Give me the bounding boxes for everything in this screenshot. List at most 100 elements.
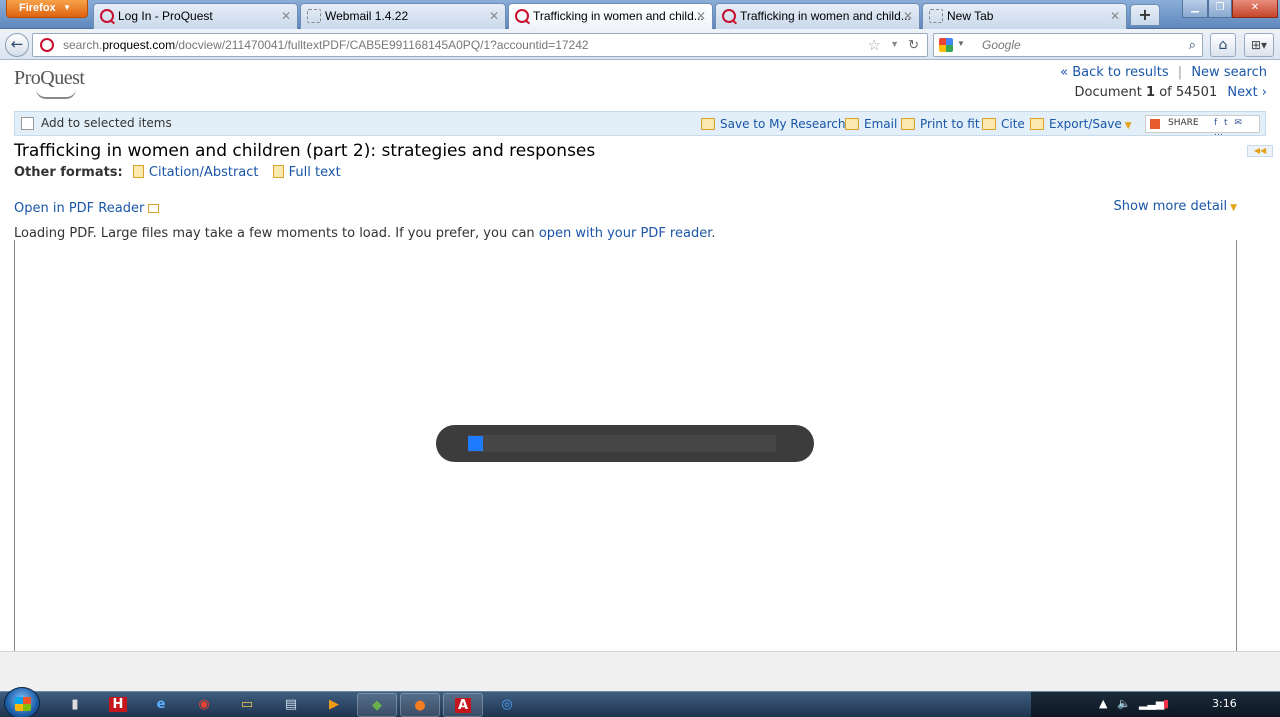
proquest-icon [100, 9, 114, 23]
home-button[interactable]: ⌂ [1210, 33, 1236, 57]
h-app-icon[interactable]: H [98, 693, 138, 717]
chrome-icon[interactable]: ◉ [184, 693, 224, 717]
acrobat-icon[interactable]: A [443, 693, 483, 717]
tab-webmail[interactable]: Webmail 1.4.22 ✕ [300, 3, 506, 29]
minimize-button[interactable]: ▁ [1182, 0, 1208, 18]
document-index: 1 [1146, 85, 1156, 100]
proquest-icon [515, 9, 529, 23]
email-button[interactable]: Email [845, 117, 897, 131]
reload-icon[interactable]: ↻ [908, 37, 919, 53]
chevron-down-icon: ▼ [1124, 121, 1132, 131]
other-formats: Other formats: Citation/Abstract Full te… [14, 165, 341, 180]
results-navigation: « Back to results | New search Document … [1060, 63, 1267, 103]
explorer-icon[interactable]: ▭ [227, 693, 267, 717]
media-player-icon[interactable]: ▶ [314, 693, 354, 717]
blank-page-icon [929, 9, 943, 23]
tab-trafficking-active[interactable]: Trafficking in women and child... ✕ [508, 3, 713, 30]
tray-arrow-icon[interactable]: ▲ [1099, 697, 1107, 710]
back-button[interactable]: ← [5, 33, 29, 57]
addon-bar-button[interactable]: ⊞▾ [1244, 33, 1274, 57]
volume-icon[interactable]: 🔈 [1117, 697, 1131, 710]
next-document-link[interactable]: Next › [1227, 85, 1267, 100]
share-label: SHARE [1168, 118, 1199, 128]
close-tab-icon[interactable]: ✕ [1110, 9, 1120, 23]
blank-page-icon [307, 9, 321, 23]
tab-trafficking[interactable]: Trafficking in women and child... ✕ [715, 3, 920, 29]
new-tab-button[interactable]: + [1130, 4, 1160, 26]
tab-login[interactable]: Log In - ProQuest ✕ [93, 3, 298, 29]
windows-logo-icon [15, 697, 31, 711]
close-tab-icon[interactable]: ✕ [903, 9, 913, 23]
search-placeholder: Google [982, 38, 1021, 52]
tab-title: Webmail 1.4.22 [325, 9, 409, 23]
tab-new-tab[interactable]: New Tab ✕ [922, 3, 1127, 29]
printer-icon [901, 118, 915, 130]
url-bar[interactable]: search.proquest.com/docview/211470041/fu… [32, 33, 928, 57]
search-bar[interactable]: ▼ Google ⌕ [933, 33, 1203, 57]
folder-icon [701, 118, 715, 130]
email-label: Email [864, 117, 898, 131]
print-button[interactable]: Print to fit [901, 117, 980, 131]
network-icon[interactable]: ▂▃▅ [1139, 697, 1164, 710]
page-bottom-area [0, 651, 1280, 691]
document-total: of 54501 [1159, 85, 1218, 100]
save-disk-icon [1030, 118, 1044, 130]
citation-abstract-link[interactable]: Citation/Abstract [149, 165, 259, 180]
close-tab-icon[interactable]: ✕ [489, 9, 499, 23]
restore-button[interactable]: ❐ [1208, 0, 1232, 18]
citation-icon [132, 165, 144, 178]
open-pdf-reader-link[interactable]: Open in PDF Reader [14, 201, 160, 216]
social-icons[interactable]: f t ✉ … [1214, 118, 1259, 138]
notepad-icon[interactable]: ▮ [55, 693, 95, 717]
collapse-panel-icon[interactable]: ◀◀ [1247, 145, 1273, 157]
google-icon[interactable] [939, 38, 953, 52]
loading-progress-fill [468, 436, 484, 451]
firefox-icon[interactable]: ● [400, 693, 440, 717]
chevron-down-icon: ▼ [1230, 203, 1237, 213]
vpn-icon[interactable]: ◆ [357, 693, 397, 717]
envelope-icon [845, 118, 859, 130]
start-button[interactable] [4, 687, 40, 717]
export-save-button[interactable]: Export/Save ▼ [1030, 117, 1132, 131]
tab-title: New Tab [947, 9, 994, 23]
new-search-link[interactable]: New search [1191, 65, 1267, 80]
fulltext-icon [272, 165, 284, 178]
close-tab-icon[interactable]: ✕ [696, 9, 706, 23]
proquest-icon [722, 9, 736, 23]
system-tray: ▲ 🔈 ▂▃▅ ▮ 3:16 [1031, 692, 1280, 717]
share-button[interactable]: SHARE f t ✉ … [1145, 115, 1260, 138]
ie-icon[interactable]: e [141, 693, 181, 717]
add-to-selected-checkbox[interactable] [21, 117, 34, 130]
firefox-menu-button[interactable]: Firefox ▼ [6, 0, 88, 18]
loading-message: Loading PDF. Large files may take a few … [14, 226, 716, 241]
export-label: Export/Save [1049, 117, 1122, 131]
browser-window: Firefox ▼ Log In - ProQuest ✕ Webmail 1.4… [0, 0, 1280, 717]
proquest-icon [40, 38, 54, 52]
back-to-results-link[interactable]: « Back to results [1060, 65, 1169, 80]
save-to-research-button[interactable]: Save to My Research [701, 117, 845, 131]
logo-text: ProQuest [14, 67, 85, 89]
tab-title: Log In - ProQuest [118, 9, 213, 23]
full-text-link[interactable]: Full text [289, 165, 341, 180]
power-icon[interactable]: ▮ [1163, 697, 1169, 710]
clock[interactable]: 3:16 [1212, 697, 1237, 710]
bookmark-star-icon[interactable]: ☆ [868, 36, 881, 54]
close-tab-icon[interactable]: ✕ [281, 9, 291, 23]
shield-icon[interactable]: ◎ [487, 693, 527, 717]
url-path: /docview/211470041/fulltextPDF/CAB5E9911… [175, 38, 589, 52]
open-with-pdf-reader-link[interactable]: open with your PDF reader [539, 226, 712, 241]
search-icon[interactable]: ⌕ [1189, 37, 1196, 53]
cite-button[interactable]: Cite [982, 117, 1025, 131]
proquest-logo[interactable]: ProQuest [14, 67, 85, 90]
engine-dropdown-icon[interactable]: ▼ [957, 39, 965, 48]
files-icon[interactable]: ▤ [271, 693, 311, 717]
cite-label: Cite [1001, 117, 1025, 131]
addthis-icon [1150, 119, 1160, 129]
pdf-viewer-frame[interactable] [14, 240, 1237, 654]
history-dropdown-icon[interactable]: ▼ [890, 39, 899, 49]
document-title: Trafficking in women and children (part … [14, 141, 596, 161]
close-window-button[interactable]: ✕ [1232, 0, 1278, 18]
show-more-detail-link[interactable]: Show more detail ▼ [1114, 199, 1237, 214]
logo-swoosh [36, 89, 76, 99]
other-formats-label: Other formats: [14, 165, 123, 180]
